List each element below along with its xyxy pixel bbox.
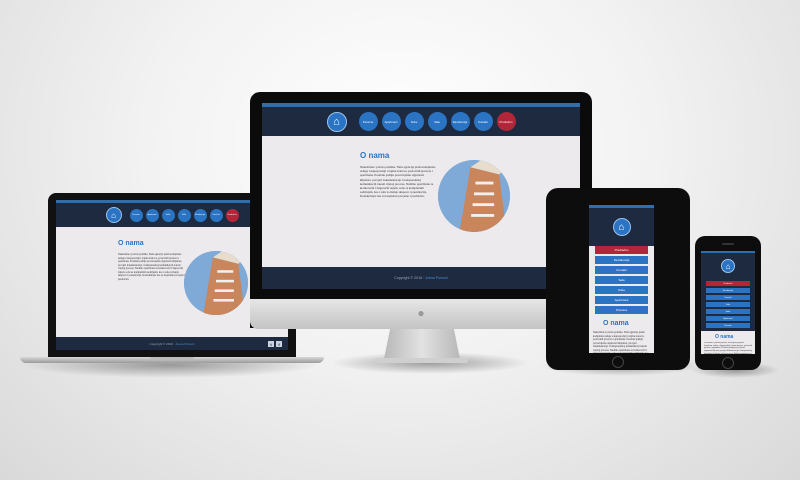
nav-pocetna[interactable]: Pocetna [129,208,143,222]
nav-kontakt[interactable]: Kontakt [473,112,493,131]
nav-apartmani[interactable]: Apartmani [145,208,159,222]
nav-rezidencija[interactable]: Rezidencija [595,256,648,264]
about-text: Nekretnine i pravna podrška. Naša agenci… [118,253,185,281]
nav-sala[interactable]: Sala [427,112,447,131]
desktop-screen: ⌂ Pocetna Apartmani Sobe Sala Rezidencij… [262,103,580,289]
nav-pocetna[interactable]: Pocetna [358,112,378,131]
tablet-screen: ⌂ Predračun Rezidencija Kontakt Sala Sob… [589,205,654,353]
about-text: Nekretnine i pravna podrška. Naša agenci… [360,165,436,199]
page-title: O nama [603,320,629,327]
facebook-icon[interactable]: f [276,341,282,347]
nav-pocetna[interactable]: Pocetna [706,323,750,328]
nav-predracun[interactable]: Predračun [706,281,750,286]
house-logo-icon[interactable]: ⌂ [105,207,122,223]
nav-apartmani[interactable]: Apartmani [381,112,401,131]
nav-sala[interactable]: Sala [706,302,750,307]
nav-predracun[interactable]: Predračun [225,208,239,222]
nav-sobe[interactable]: Sobe [404,112,424,131]
nav-predracun[interactable]: Predračun [595,246,648,254]
nav-pocetna[interactable]: Pocetna [595,306,648,314]
apple-logo-icon: ● [417,306,425,320]
footer-brand[interactable]: Arena Pomoći [176,342,195,346]
twitter-icon[interactable]: t [268,341,274,347]
nav-predracun[interactable]: Predračun [496,112,516,131]
nav-rezidencija[interactable]: Rezidencija [706,288,750,293]
nav-kontakt[interactable]: Kontakt [209,208,223,222]
nav-sala[interactable]: Sala [595,276,648,284]
house-logo-icon[interactable]: ⌂ [721,259,735,273]
nav-apartmani[interactable]: Apartmani [595,296,648,304]
house-logo-icon[interactable]: ⌂ [326,111,347,132]
footer: Copyright © 2016 · Arena Pomoći [56,337,288,350]
nav-apartmani[interactable]: Apartmani [706,316,750,321]
nav-rezidencija[interactable]: Rezidencija [450,112,470,131]
page-title: O nama [360,151,390,160]
page-title: O nama [715,334,734,340]
nav-kontakt[interactable]: Kontakt [706,295,750,300]
page-title: O nama [118,240,144,247]
about-text: Nekretnine i pravna podrška. Naša agenci… [593,331,649,353]
footer-copyright: Copyright © 2016 · [149,341,175,346]
tablet-home-button[interactable] [612,356,624,368]
nav-sobe[interactable]: Sobe [706,309,750,314]
footer-copyright: Copyright © 2016 · [394,276,425,280]
building-photo [438,160,510,232]
nav-sala[interactable]: Sala [177,208,191,222]
nav-sobe[interactable]: Sobe [161,208,175,222]
footer: Copyright © 2016 · Arena Pomoći [262,267,580,289]
phone-home-button[interactable] [722,357,734,369]
nav-sobe[interactable]: Sobe [595,286,648,294]
footer-brand[interactable]: Arena Pomoći [425,276,448,280]
phone-screen: ⌂ Predračun Rezidencija Kontakt Sala Sob… [701,251,755,354]
nav-rezidencija[interactable]: Rezidencija [193,208,207,222]
nav-kontakt[interactable]: Kontakt [595,266,648,274]
building-photo [184,251,248,315]
about-text: Nekretnine i pravna podrška. Naša agenci… [704,342,752,354]
house-logo-icon[interactable]: ⌂ [612,218,631,236]
